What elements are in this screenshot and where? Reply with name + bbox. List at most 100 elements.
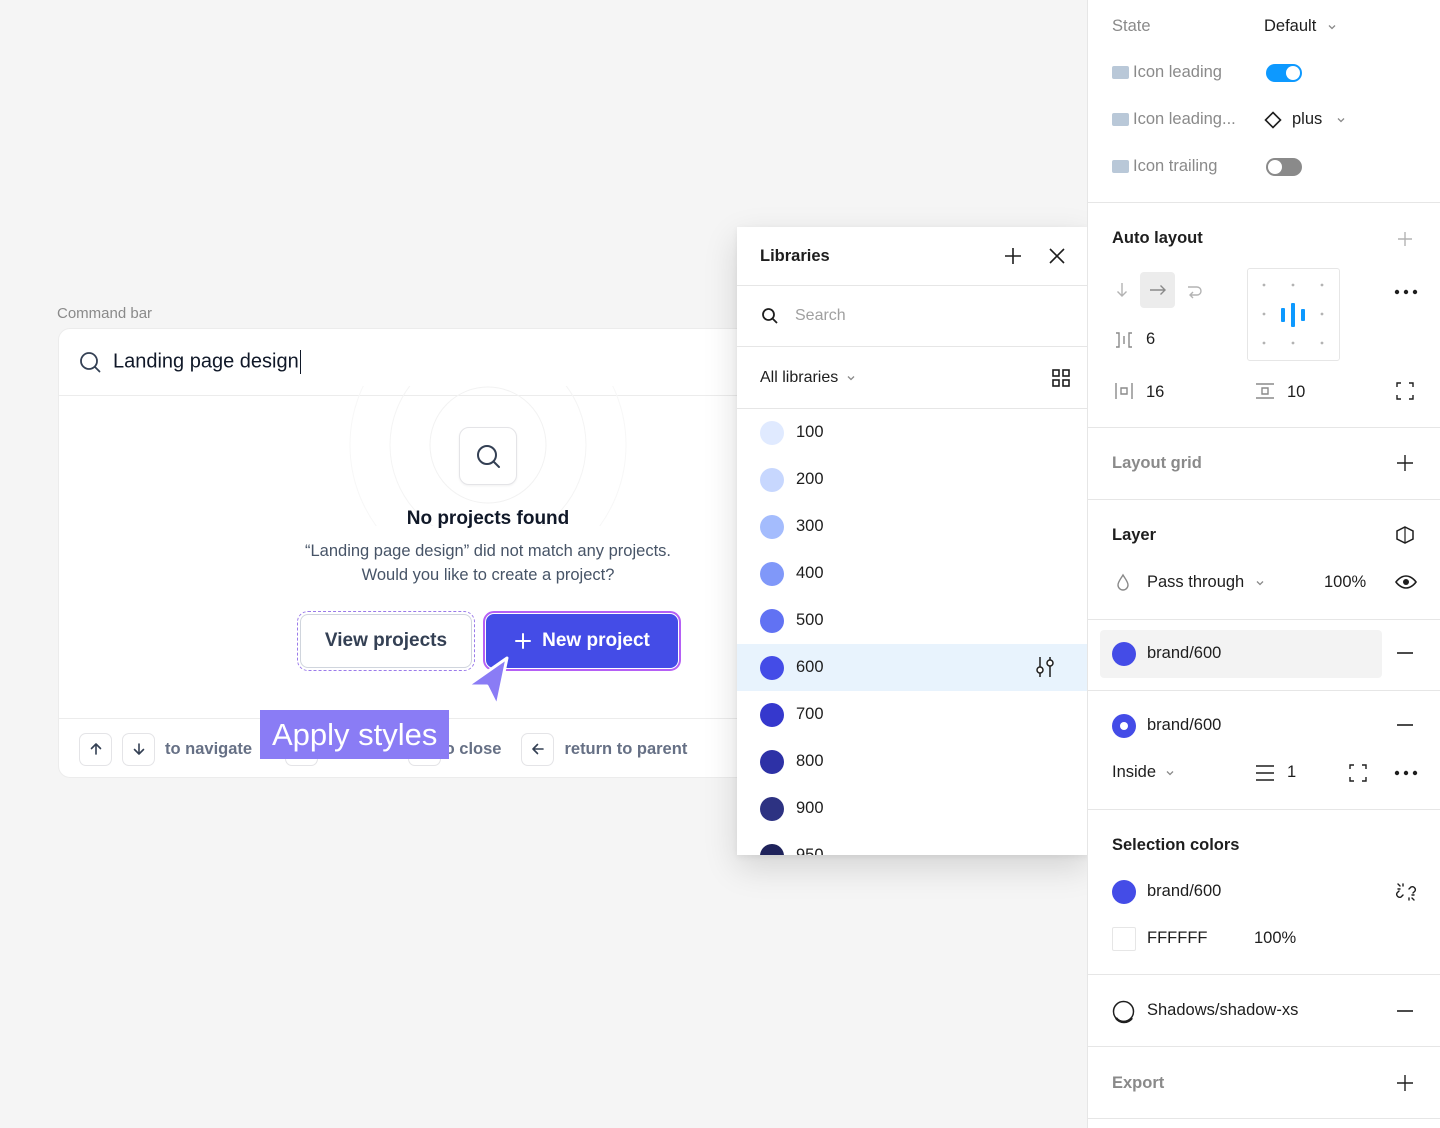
- arrow-left-key: [521, 732, 555, 766]
- selection-colors-title: Selection colors: [1112, 836, 1240, 854]
- hint-navigate: to navigate: [165, 739, 253, 758]
- empty-title: No projects found: [406, 508, 570, 529]
- selection-color-swatch-white[interactable]: [1112, 927, 1136, 951]
- pointer-cursor-icon: [465, 656, 509, 708]
- fill-style-name: brand/600: [1147, 644, 1222, 662]
- export-section: Export: [1088, 1047, 1440, 1119]
- icon-leading-swap-label: Icon leading...: [1133, 110, 1236, 128]
- swatch-row[interactable]: 500: [737, 597, 1089, 644]
- selection-color-opacity[interactable]: 100%: [1254, 929, 1296, 948]
- properties-panel: State Default Icon leading Icon leading.…: [1087, 0, 1440, 1128]
- selection-color-swatch[interactable]: [1112, 880, 1136, 904]
- close-icon[interactable]: [1048, 247, 1066, 265]
- color-swatch: [760, 843, 784, 855]
- vertical-padding-value[interactable]: 10: [1287, 383, 1305, 402]
- plus-icon: [515, 633, 532, 649]
- color-swatch: [760, 561, 784, 586]
- effect-style-name: Shadows/shadow-xs: [1147, 1001, 1299, 1019]
- detach-style-icon[interactable]: [1395, 881, 1417, 903]
- search-query[interactable]: Landing page design: [113, 350, 302, 374]
- wrap-icon[interactable]: [1185, 281, 1203, 299]
- color-swatch: [760, 702, 784, 727]
- swatch-row[interactable]: 600: [737, 644, 1089, 691]
- boolean-prop-icon: [1112, 66, 1129, 79]
- plus-icon[interactable]: [1396, 1074, 1414, 1092]
- swatch-name: 400: [796, 564, 824, 582]
- plus-icon[interactable]: [1396, 454, 1414, 472]
- icon-leading-swap-select[interactable]: plus: [1292, 110, 1322, 129]
- search-icon: [762, 308, 778, 324]
- color-swatch: [760, 420, 784, 445]
- gap-value[interactable]: 6: [1146, 330, 1155, 349]
- swatch-row[interactable]: 200: [737, 456, 1089, 503]
- more-icon[interactable]: [1394, 289, 1418, 295]
- swatch-row[interactable]: 700: [737, 691, 1089, 738]
- plus-icon[interactable]: [1004, 247, 1022, 265]
- swatch-name: 900: [796, 799, 824, 817]
- swatch-row[interactable]: 400: [737, 550, 1089, 597]
- command-bar-label: Command bar: [57, 305, 153, 322]
- arrow-right-icon: [1150, 285, 1166, 295]
- chevron-down-icon: [847, 375, 855, 380]
- view-projects-button[interactable]: View projects: [297, 611, 475, 671]
- arrow-up-icon: [90, 743, 101, 755]
- component-instance-icon: [1264, 111, 1282, 129]
- stroke-weight-icon: [1256, 765, 1274, 781]
- library-select[interactable]: All libraries: [760, 369, 856, 387]
- swatch-name: 500: [796, 611, 824, 629]
- icon-leading-toggle[interactable]: [1266, 64, 1302, 82]
- color-swatch: [760, 514, 784, 539]
- horizontal-padding-icon: [1115, 383, 1133, 399]
- remove-icon[interactable]: [1396, 652, 1414, 654]
- libraries-search-input[interactable]: [795, 307, 1035, 325]
- new-project-button[interactable]: New project: [483, 611, 681, 671]
- swatch-row[interactable]: 100: [737, 409, 1089, 456]
- search-icon: [79, 351, 101, 373]
- libraries-header: Libraries: [737, 227, 1089, 286]
- stroke-swatch-center: [1120, 722, 1128, 730]
- chevron-down-icon: [1166, 771, 1174, 776]
- swatch-row[interactable]: 300: [737, 503, 1089, 550]
- blend-mode-select[interactable]: Pass through: [1147, 573, 1244, 592]
- individual-padding-icon[interactable]: [1396, 382, 1414, 400]
- stroke-position-select[interactable]: Inside: [1112, 763, 1156, 782]
- swatch-name: 800: [796, 752, 824, 770]
- more-icon[interactable]: [1394, 770, 1418, 776]
- adjust-icon[interactable]: [1035, 656, 1055, 678]
- swatch-name: 300: [796, 517, 824, 535]
- remove-icon[interactable]: [1396, 1010, 1414, 1012]
- export-title: Export: [1112, 1074, 1165, 1092]
- plus-icon[interactable]: [1396, 230, 1414, 248]
- empty-search-icon: [459, 427, 517, 485]
- fill-row[interactable]: [1100, 630, 1382, 678]
- layout-grid-section: Layout grid: [1088, 428, 1440, 500]
- arrow-down-icon[interactable]: [1114, 281, 1130, 299]
- layer-opacity[interactable]: 100%: [1324, 573, 1366, 592]
- selection-color-name: brand/600: [1147, 882, 1222, 900]
- color-swatch: [760, 796, 784, 821]
- swatch-name: 100: [796, 423, 824, 441]
- stroke-sides-icon[interactable]: [1349, 764, 1367, 782]
- state-label: State: [1112, 17, 1151, 35]
- stroke-weight-value[interactable]: 1: [1287, 763, 1296, 782]
- apply-styles-tag: Apply styles: [260, 710, 450, 759]
- swatch-row[interactable]: 900: [737, 785, 1089, 832]
- chevron-down-icon: [1328, 25, 1336, 30]
- swatch-name: 200: [796, 470, 824, 488]
- horizontal-padding-value[interactable]: 16: [1146, 383, 1164, 402]
- selection-color-hex[interactable]: FFFFFF: [1147, 929, 1207, 948]
- drop-shadow-icon: [1112, 1000, 1135, 1024]
- grid-view-icon[interactable]: [1051, 368, 1071, 388]
- icon-trailing-toggle[interactable]: [1266, 158, 1302, 176]
- swatch-row[interactable]: 950: [737, 832, 1089, 855]
- swatch-row[interactable]: 800: [737, 738, 1089, 785]
- selection-colors-section: Selection colors brand/600 FFFFFF 100%: [1088, 810, 1440, 975]
- fill-swatch[interactable]: [1112, 642, 1136, 666]
- eye-icon[interactable]: [1395, 574, 1417, 590]
- state-select[interactable]: Default: [1264, 17, 1316, 36]
- remove-icon[interactable]: [1396, 724, 1414, 726]
- hide-layer-icon[interactable]: [1394, 525, 1416, 545]
- layer-title: Layer: [1112, 526, 1157, 544]
- arrow-left-icon: [532, 743, 544, 755]
- swatch-list: 100 200 300 400 500 600 700 800 900 950: [737, 409, 1089, 855]
